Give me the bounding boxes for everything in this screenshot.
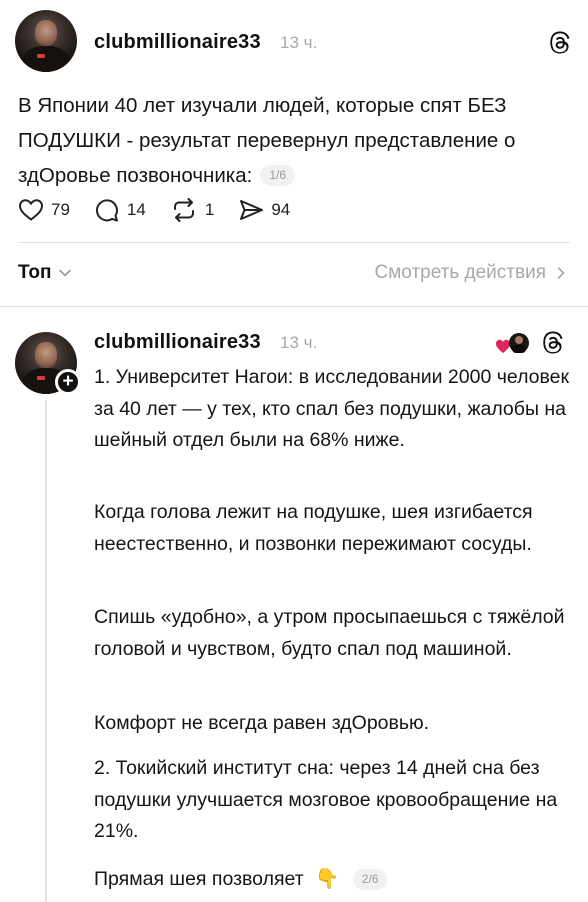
liked-by-author-icon: [496, 333, 529, 353]
reply-username[interactable]: clubmillionaire33: [94, 331, 261, 354]
post-text: В Японии 40 лет изучали людей, которые с…: [18, 88, 578, 193]
chevron-right-icon: [557, 267, 565, 279]
repost-arrows-icon: [173, 198, 194, 222]
repost-button[interactable]: 1: [170, 198, 214, 222]
like-count: 79: [51, 200, 70, 219]
post-username[interactable]: clubmillionaire33: [94, 31, 261, 54]
follow-button[interactable]: +: [55, 369, 81, 395]
sort-dropdown[interactable]: Топ: [18, 262, 72, 284]
reply-paragraph: Комфорт не всегда равен здОровью.: [94, 712, 430, 734]
share-button[interactable]: 94: [238, 198, 290, 222]
share-count: 94: [271, 200, 291, 219]
heart-outline-icon: [18, 199, 44, 221]
post-actions: 79 14 1 94: [18, 196, 314, 224]
reply-last-line: Прямая шея позволяет 👇 2/6: [94, 864, 579, 896]
comment-count: 14: [126, 200, 146, 219]
author-avatar[interactable]: [15, 10, 77, 72]
like-button[interactable]: 79: [18, 198, 70, 222]
reply-time: 13 ч.: [280, 333, 318, 352]
pointing-down-emoji: 👇: [315, 868, 340, 890]
repost-count: 1: [204, 200, 215, 219]
reply-paragraph: 2. Токийский институт сна: через 14 дней…: [94, 757, 558, 842]
page-badge: 1/6: [260, 165, 295, 186]
reply-paragraph: Когда голова лежит на подушке, шея изгиб…: [94, 501, 533, 555]
chevron-down-icon: [58, 269, 71, 277]
section-divider: [0, 306, 588, 307]
thread-line: [45, 400, 47, 902]
post-divider: [18, 242, 570, 243]
reply-paragraph: 1. Университет Нагои: в исследовании 200…: [94, 366, 570, 451]
comment-button[interactable]: 14: [94, 198, 146, 222]
reply-paragraph: Спишь «удобно», а утром просыпаешься с т…: [94, 606, 565, 660]
reply-last-text: Прямая шея позволяет: [94, 868, 304, 890]
threads-logo-icon[interactable]: [541, 331, 565, 355]
post-time: 13 ч.: [280, 33, 318, 52]
sort-label: Топ: [18, 262, 52, 283]
plus-icon: +: [62, 371, 74, 392]
page-badge: 2/6: [352, 869, 388, 890]
paper-plane-icon: [240, 200, 264, 220]
view-activity-link[interactable]: Смотреть действия: [375, 262, 566, 284]
threads-logo-icon[interactable]: [548, 31, 572, 55]
speech-bubble-icon: [95, 199, 118, 222]
view-activity-label: Смотреть действия: [374, 262, 546, 283]
